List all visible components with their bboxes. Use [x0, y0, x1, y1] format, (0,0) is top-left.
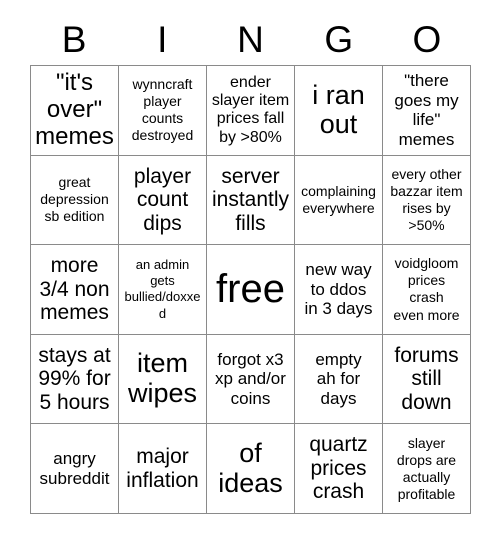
bingo-grid: "it's over" memes wynncraft player counts…	[30, 65, 471, 514]
bingo-cell-label: i ran out	[312, 79, 365, 140]
bingo-cell-label: stays at 99% for 5 hours	[38, 343, 111, 414]
header-letter-b: B	[61, 19, 87, 60]
bingo-card: B I N G O "it's over" memes wynncraft pla…	[0, 0, 500, 544]
bingo-cell-r3c4[interactable]: new way to ddos in 3 days	[295, 245, 383, 335]
bingo-cell-label: wynncraft player counts destroyed	[131, 76, 194, 144]
bingo-cell-r4c4[interactable]: empty ah for days	[295, 334, 383, 425]
bingo-cell-label: new way to ddos in 3 days	[304, 260, 373, 319]
bingo-cell-label: of ideas	[218, 438, 283, 498]
bingo-cell-label: great depression sb edition	[40, 174, 109, 225]
bingo-cell-r3c3[interactable]: free	[207, 245, 295, 335]
bingo-cell-label: item wipes	[127, 348, 198, 409]
bingo-cell-r5c4[interactable]: quartz prices crash	[295, 424, 383, 514]
bingo-cell-r5c5[interactable]: slayer drops are actually profitable	[383, 424, 471, 514]
bingo-cell-label: ender slayer item prices fall by >80%	[211, 73, 290, 146]
bingo-header-row: B I N G O	[30, 14, 471, 65]
header-letter-o: O	[412, 19, 442, 60]
bingo-cell-label: "it's over" memes	[35, 68, 114, 150]
bingo-cell-label: complaining everywhere	[301, 182, 376, 216]
header-letter-i: I	[157, 19, 168, 60]
bingo-cell-label: slayer drops are actually profitable	[396, 434, 457, 502]
bingo-cell-r1c4[interactable]: i ran out	[295, 66, 383, 156]
bingo-cell-label: empty ah for days	[315, 349, 362, 408]
bingo-cell-r1c3[interactable]: ender slayer item prices fall by >80%	[207, 66, 295, 156]
bingo-cell-r2c3[interactable]: server instantly fills	[207, 155, 295, 246]
bingo-cell-label: forgot x3 xp and/or coins	[215, 349, 286, 408]
bingo-cell-r1c1[interactable]: "it's over" memes	[31, 66, 119, 156]
bingo-cell-r2c4[interactable]: complaining everywhere	[295, 155, 383, 246]
bingo-cell-r4c3[interactable]: forgot x3 xp and/or coins	[207, 334, 295, 425]
bingo-cell-r2c5[interactable]: every other bazzar item rises by >50%	[383, 155, 471, 246]
bingo-cell-label: player count dips	[133, 164, 192, 235]
bingo-cell-label: every other bazzar item rises by >50%	[390, 165, 463, 233]
bingo-cell-label: major inflation	[126, 445, 199, 492]
bingo-cell-label: voidgloom prices crash even more	[393, 255, 460, 323]
bingo-cell-r3c5[interactable]: voidgloom prices crash even more	[383, 245, 471, 335]
bingo-cell-r1c2[interactable]: wynncraft player counts destroyed	[119, 66, 207, 156]
header-letter-n: N	[237, 19, 264, 60]
bingo-cell-r4c2[interactable]: item wipes	[119, 334, 207, 425]
bingo-cell-r2c1[interactable]: great depression sb edition	[31, 155, 119, 246]
bingo-cell-r3c2[interactable]: an admin gets bullied/doxxed	[119, 245, 207, 335]
bingo-cell-r2c2[interactable]: player count dips	[119, 155, 207, 246]
bingo-cell-r1c5[interactable]: "there goes my life" memes	[383, 66, 471, 156]
bingo-cell-label: quartz prices crash	[309, 433, 368, 504]
bingo-cell-label: angry subreddit	[39, 449, 110, 488]
bingo-cell-r4c1[interactable]: stays at 99% for 5 hours	[31, 334, 119, 425]
bingo-cell-label: forums still down	[394, 343, 459, 414]
bingo-cell-r5c2[interactable]: major inflation	[119, 424, 207, 514]
bingo-cell-r5c3[interactable]: of ideas	[207, 424, 295, 514]
header-letter-g: G	[324, 19, 354, 60]
bingo-cell-r4c5[interactable]: forums still down	[383, 334, 471, 425]
bingo-cell-label: server instantly fills	[211, 164, 290, 235]
bingo-cell-label: free	[216, 266, 285, 311]
bingo-cell-label: an admin gets bullied/doxxed	[124, 257, 201, 321]
bingo-cell-r5c1[interactable]: angry subreddit	[31, 424, 119, 514]
bingo-cell-label: more 3/4 non memes	[39, 254, 110, 325]
bingo-cell-r3c1[interactable]: more 3/4 non memes	[31, 245, 119, 335]
bingo-cell-label: "there goes my life" memes	[394, 71, 459, 149]
